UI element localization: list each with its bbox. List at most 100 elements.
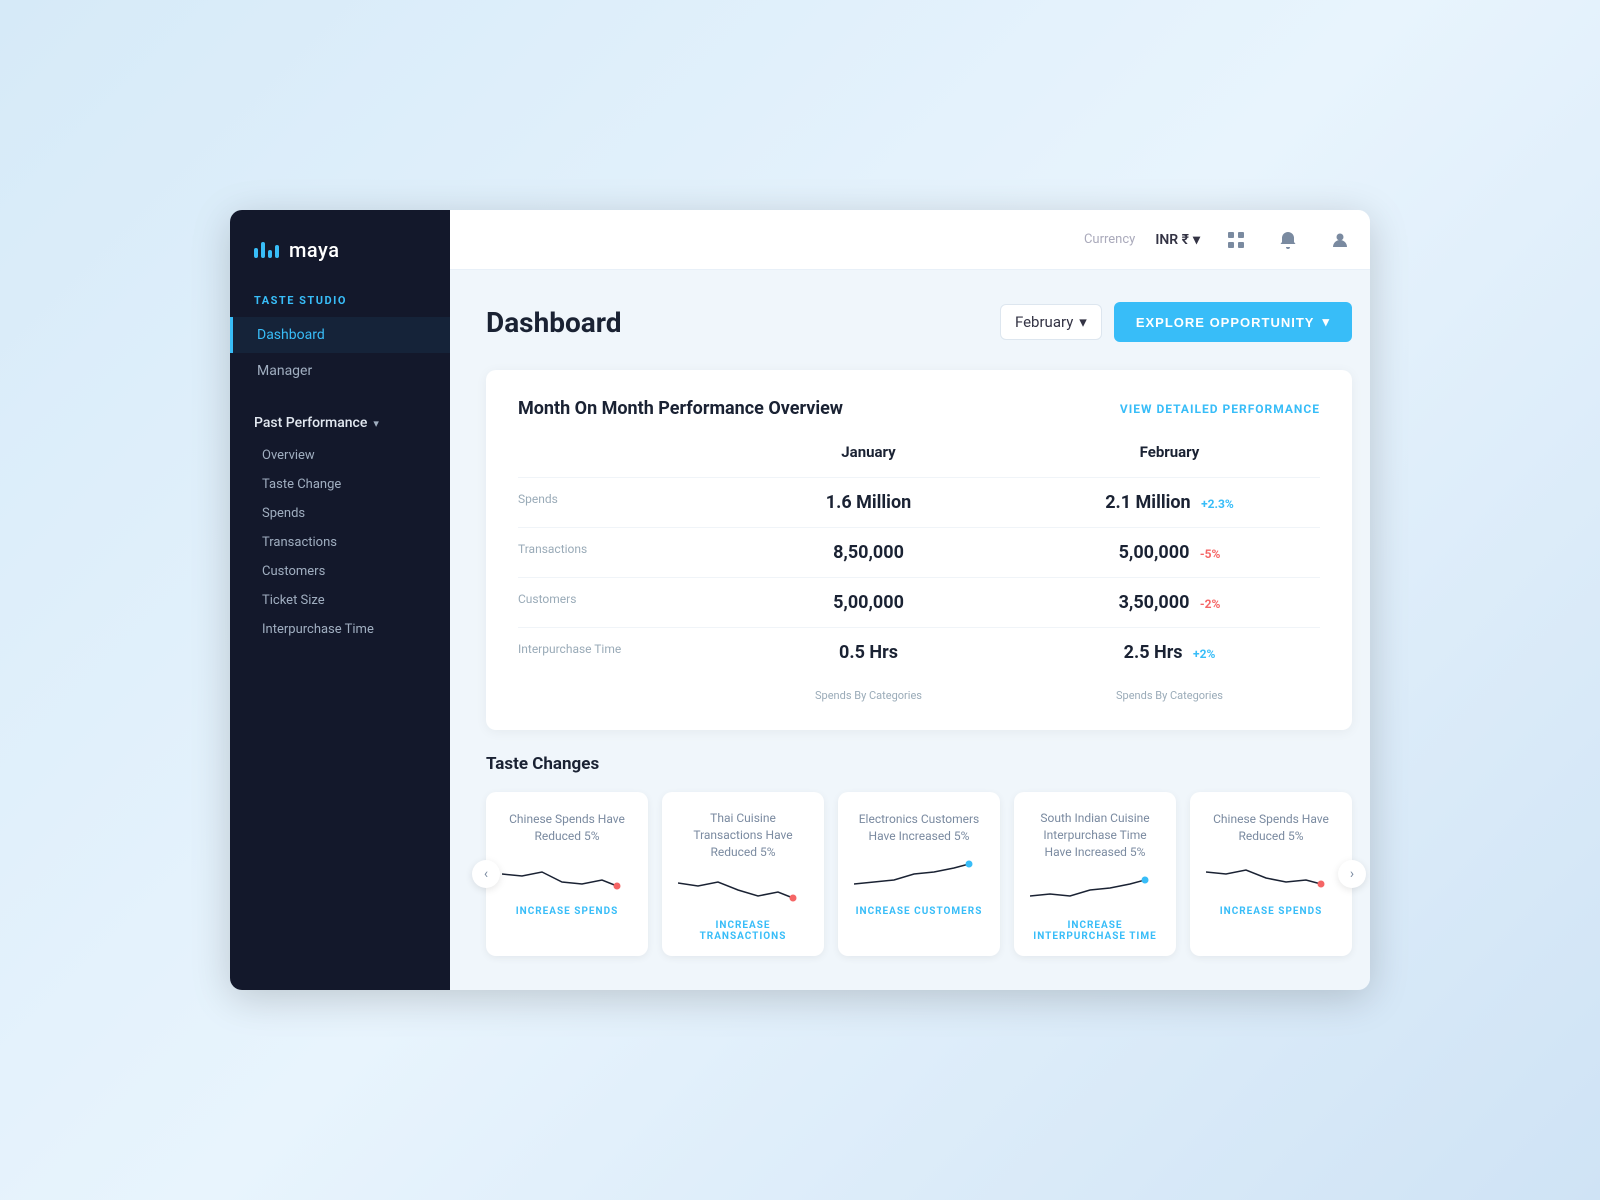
perf-col-headers: January February — [518, 443, 1320, 477]
taste-card-4-action[interactable]: INCREASE SPENDS — [1220, 906, 1322, 917]
past-performance-label: Past Performance — [254, 415, 367, 431]
view-detailed-link[interactable]: VIEW DETAILED PERFORMANCE — [1120, 402, 1320, 416]
performance-overview-card: Month On Month Performance Overview VIEW… — [486, 370, 1352, 730]
perf-label-transactions: Transactions — [518, 527, 718, 577]
past-performance-chevron: ▾ — [373, 417, 379, 430]
taste-card-3-title: South Indian Cuisine Interpurchase Time … — [1030, 810, 1160, 860]
sidebar-item-dashboard[interactable]: Dashboard — [230, 317, 450, 353]
sidebar-subnav-taste-change[interactable]: Taste Change — [230, 470, 450, 499]
grid-icon[interactable] — [1220, 224, 1252, 256]
logo-bar-2 — [261, 242, 265, 258]
content-header: Dashboard February ▾ EXPLORE OPPORTUNITY… — [486, 302, 1352, 342]
explore-chevron-icon: ▾ — [1322, 314, 1330, 330]
performance-card-title: Month On Month Performance Overview — [518, 398, 843, 419]
taste-changes-section: Taste Changes ‹ Chinese Spends Have Redu… — [486, 754, 1352, 956]
taste-cards-next-button[interactable]: › — [1338, 860, 1366, 888]
chart-label-left: Spends By Categories — [718, 689, 1019, 702]
perf-feb-interpurchase: 2.5 Hrs +2% — [1019, 627, 1320, 677]
taste-card-0-sparkline — [502, 854, 632, 894]
logo-bar-4 — [275, 245, 279, 258]
currency-chevron-icon: ▾ — [1193, 232, 1200, 248]
perf-feb-customers: 3,50,000 -2% — [1019, 577, 1320, 627]
taste-card-1[interactable]: Thai Cuisine Transactions Have Reduced 5… — [662, 792, 824, 956]
perf-feb-transactions-change: -5% — [1200, 547, 1220, 561]
perf-label-spends: Spends — [518, 477, 718, 527]
page-content: Dashboard February ▾ EXPLORE OPPORTUNITY… — [450, 270, 1370, 990]
sidebar: maya TASTE STUDIO Dashboard Manager Past… — [230, 210, 450, 990]
sidebar-subnav-overview[interactable]: Overview — [230, 441, 450, 470]
user-icon[interactable] — [1324, 224, 1356, 256]
taste-card-3[interactable]: South Indian Cuisine Interpurchase Time … — [1014, 792, 1176, 956]
taste-card-4[interactable]: Chinese Spends Have Reduced 5% INCREASE … — [1190, 792, 1352, 956]
logo-icon — [254, 242, 279, 258]
chart-labels-row: Spends By Categories Spends By Categorie… — [518, 689, 1320, 702]
month-selector-text: February — [1015, 313, 1073, 331]
taste-card-0-action[interactable]: INCREASE SPENDS — [516, 906, 618, 917]
taste-cards-row: Chinese Spends Have Reduced 5% INCREASE … — [486, 792, 1352, 956]
sidebar-section-label: TASTE STUDIO — [230, 294, 450, 317]
taste-card-2-action[interactable]: INCREASE CUSTOMERS — [856, 906, 983, 917]
sidebar-subnav-ticket-size[interactable]: Ticket Size — [230, 586, 450, 615]
taste-card-2-title: Electronics Customers Have Increased 5% — [854, 810, 984, 846]
sidebar-subnav-interpurchase-time[interactable]: Interpurchase Time — [230, 615, 450, 644]
perf-jan-interpurchase: 0.5 Hrs — [718, 627, 1019, 677]
sidebar-item-manager[interactable]: Manager — [230, 353, 450, 389]
sidebar-subnav-customers[interactable]: Customers — [230, 557, 450, 586]
taste-card-4-sparkline — [1206, 854, 1336, 894]
header-controls: February ▾ EXPLORE OPPORTUNITY ▾ — [1000, 302, 1352, 342]
perf-jan-customers: 5,00,000 — [718, 577, 1019, 627]
perf-feb-interpurchase-change: +2% — [1193, 647, 1215, 661]
taste-card-2-sparkline — [854, 854, 984, 894]
perf-row-spends: Spends 1.6 Million 2.1 Million +2.3% — [518, 477, 1320, 527]
perf-row-customers: Customers 5,00,000 3,50,000 -2% — [518, 577, 1320, 627]
taste-cards-container: ‹ Chinese Spends Have Reduced 5% INCREAS… — [486, 792, 1352, 956]
sidebar-subnav-spends[interactable]: Spends — [230, 499, 450, 528]
bell-icon[interactable] — [1272, 224, 1304, 256]
currency-value-text: INR ₹ — [1155, 232, 1189, 248]
taste-card-4-title: Chinese Spends Have Reduced 5% — [1206, 810, 1336, 846]
taste-card-3-action[interactable]: INCREASE INTERPURCHASE TIME — [1030, 920, 1160, 942]
perf-label-interpurchase: Interpurchase Time — [518, 627, 718, 677]
taste-card-1-sparkline — [678, 868, 808, 908]
taste-card-1-title: Thai Cuisine Transactions Have Reduced 5… — [678, 810, 808, 860]
perf-jan-spends: 1.6 Million — [718, 477, 1019, 527]
perf-col-february: February — [1019, 443, 1320, 477]
logo-bar-1 — [254, 248, 258, 258]
taste-card-3-sparkline — [1030, 868, 1160, 908]
perf-row-transactions: Transactions 8,50,000 5,00,000 -5% — [518, 527, 1320, 577]
perf-feb-spends: 2.1 Million +2.3% — [1019, 477, 1320, 527]
currency-selector[interactable]: INR ₹ ▾ — [1155, 232, 1200, 248]
chart-spacer — [518, 689, 718, 702]
topbar: Currency INR ₹ ▾ — [450, 210, 1370, 270]
logo-text: maya — [289, 238, 340, 262]
perf-feb-customers-change: -2% — [1200, 597, 1220, 611]
perf-row-interpurchase: Interpurchase Time 0.5 Hrs 2.5 Hrs +2% — [518, 627, 1320, 677]
taste-card-1-action[interactable]: INCREASE TRANSACTIONS — [678, 920, 808, 942]
chart-label-right: Spends By Categories — [1019, 689, 1320, 702]
month-chevron-icon: ▾ — [1079, 313, 1087, 331]
perf-col-january: January — [718, 443, 1019, 477]
performance-card-header: Month On Month Performance Overview VIEW… — [518, 398, 1320, 419]
perf-jan-transactions: 8,50,000 — [718, 527, 1019, 577]
taste-changes-title: Taste Changes — [486, 754, 1352, 774]
app-container: maya TASTE STUDIO Dashboard Manager Past… — [230, 210, 1370, 990]
page-title: Dashboard — [486, 306, 622, 339]
perf-feb-spends-change: +2.3% — [1201, 497, 1234, 511]
sidebar-subnav: Overview Taste Change Spends Transaction… — [230, 441, 450, 644]
perf-feb-transactions: 5,00,000 -5% — [1019, 527, 1320, 577]
explore-btn-text: EXPLORE OPPORTUNITY — [1136, 315, 1315, 330]
explore-opportunity-button[interactable]: EXPLORE OPPORTUNITY ▾ — [1114, 302, 1352, 342]
sidebar-group-past-performance[interactable]: Past Performance ▾ — [230, 405, 450, 441]
taste-card-0[interactable]: Chinese Spends Have Reduced 5% INCREASE … — [486, 792, 648, 956]
perf-col-spacer — [518, 443, 718, 477]
main-content: Currency INR ₹ ▾ — [450, 210, 1370, 990]
logo-bar-3 — [268, 250, 272, 258]
perf-label-customers: Customers — [518, 577, 718, 627]
logo: maya — [230, 210, 450, 294]
taste-card-0-title: Chinese Spends Have Reduced 5% — [502, 810, 632, 846]
taste-cards-prev-button[interactable]: ‹ — [472, 860, 500, 888]
sidebar-subnav-transactions[interactable]: Transactions — [230, 528, 450, 557]
month-selector[interactable]: February ▾ — [1000, 304, 1102, 340]
taste-card-2[interactable]: Electronics Customers Have Increased 5% … — [838, 792, 1000, 956]
currency-label: Currency — [1084, 232, 1135, 247]
